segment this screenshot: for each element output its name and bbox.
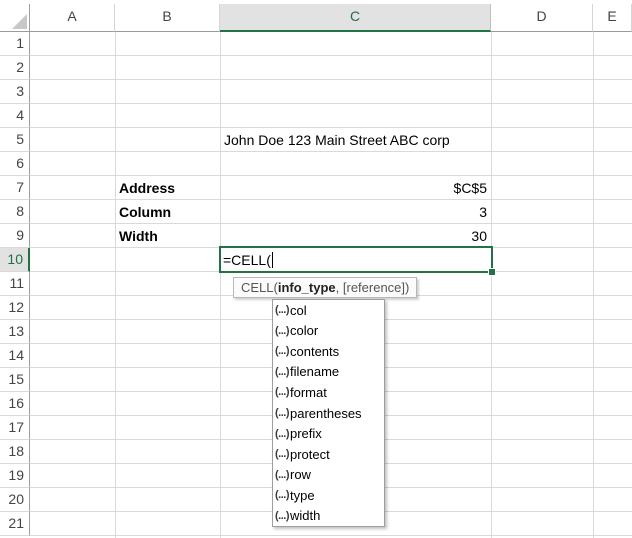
cell-C5[interactable]: John Doe 123 Main Street ABC corp (224, 128, 450, 152)
row-header-20[interactable]: 20 (0, 488, 30, 512)
tooltip-suffix: , [reference]) (336, 280, 410, 295)
autocomplete-item-prefix[interactable]: (...)prefix (273, 423, 384, 444)
enum-icon: (...) (275, 304, 289, 316)
enum-icon: (...) (275, 386, 289, 398)
autocomplete-item-label: protect (290, 447, 330, 462)
row-header-14[interactable]: 14 (0, 344, 30, 368)
autocomplete-item-row[interactable]: (...)row (273, 464, 384, 485)
row-header-16[interactable]: 16 (0, 392, 30, 416)
enum-icon: (...) (275, 325, 289, 337)
cell-B7[interactable]: Address (119, 176, 175, 200)
row-header-3[interactable]: 3 (0, 80, 30, 104)
enum-icon: (...) (275, 469, 289, 481)
tooltip-current-arg: info_type (278, 280, 336, 295)
autocomplete-item-contents[interactable]: (...)contents (273, 341, 384, 362)
row-header-5[interactable]: 5 (0, 128, 30, 152)
row-header-21[interactable]: 21 (0, 512, 30, 536)
row-header-10[interactable]: 10 (0, 248, 30, 272)
text-cursor (272, 252, 273, 268)
autocomplete-item-label: color (290, 323, 318, 338)
gridline-vertical (491, 32, 492, 538)
select-all-corner[interactable] (0, 4, 30, 32)
enum-icon: (...) (275, 407, 289, 419)
gridline-vertical (115, 32, 116, 538)
enum-icon: (...) (275, 345, 289, 357)
autocomplete-item-filename[interactable]: (...)filename (273, 362, 384, 383)
cell-C7[interactable]: $C$5 (224, 176, 487, 200)
autocomplete-item-type[interactable]: (...)type (273, 485, 384, 506)
gridline-horizontal (30, 535, 632, 536)
cell-B8[interactable]: Column (119, 200, 171, 224)
gridline-horizontal (30, 55, 632, 56)
row-header-7[interactable]: 7 (0, 176, 30, 200)
autocomplete-dropdown: (...)col(...)color(...)contents(...)file… (272, 299, 385, 527)
gridline-horizontal (30, 79, 632, 80)
active-cell-editor[interactable]: =CELL( (219, 246, 493, 273)
column-header-e[interactable]: E (593, 4, 632, 32)
enum-icon: (...) (275, 448, 289, 460)
autocomplete-item-label: prefix (290, 426, 322, 441)
autocomplete-item-width[interactable]: (...)width (273, 505, 384, 526)
autocomplete-item-label: format (290, 385, 327, 400)
row-header-2[interactable]: 2 (0, 56, 30, 80)
row-header-12[interactable]: 12 (0, 296, 30, 320)
autocomplete-item-label: width (290, 508, 320, 523)
row-header-4[interactable]: 4 (0, 104, 30, 128)
gridline-vertical (593, 32, 594, 538)
autocomplete-item-protect[interactable]: (...)protect (273, 444, 384, 465)
row-header-19[interactable]: 19 (0, 464, 30, 488)
row-header-13[interactable]: 13 (0, 320, 30, 344)
autocomplete-item-label: row (290, 467, 311, 482)
formula-hint-tooltip: CELL(info_type, [reference]) (233, 277, 417, 298)
enum-icon: (...) (275, 489, 289, 501)
autocomplete-item-label: filename (290, 364, 339, 379)
autocomplete-item-color[interactable]: (...)color (273, 321, 384, 342)
column-header-b[interactable]: B (115, 4, 220, 32)
row-header-6[interactable]: 6 (0, 152, 30, 176)
gridline-vertical (220, 32, 221, 538)
row-header-18[interactable]: 18 (0, 440, 30, 464)
row-header-15[interactable]: 15 (0, 368, 30, 392)
row-header-1[interactable]: 1 (0, 32, 30, 56)
row-header-11[interactable]: 11 (0, 272, 30, 296)
select-all-triangle-icon (12, 14, 27, 29)
autocomplete-item-format[interactable]: (...)format (273, 382, 384, 403)
autocomplete-item-label: col (290, 303, 307, 318)
autocomplete-item-label: contents (290, 344, 339, 359)
cell-B9[interactable]: Width (119, 224, 158, 248)
column-header-a[interactable]: A (30, 4, 115, 32)
autocomplete-item-col[interactable]: (...)col (273, 300, 384, 321)
enum-icon: (...) (275, 510, 289, 522)
enum-icon: (...) (275, 366, 289, 378)
row-header-9[interactable]: 9 (0, 224, 30, 248)
row-header-8[interactable]: 8 (0, 200, 30, 224)
autocomplete-item-parentheses[interactable]: (...)parentheses (273, 403, 384, 424)
cell-C8[interactable]: 3 (224, 200, 487, 224)
autocomplete-item-label: parentheses (290, 406, 362, 421)
autocomplete-item-label: type (290, 488, 315, 503)
tooltip-prefix: CELL( (241, 280, 278, 295)
fill-handle[interactable] (488, 268, 496, 276)
cell-C9[interactable]: 30 (224, 224, 487, 248)
spreadsheet-grid: John Doe 123 Main Street ABC corp Addres… (0, 0, 632, 538)
formula-text: =CELL( (223, 252, 271, 268)
row-header-17[interactable]: 17 (0, 416, 30, 440)
column-header-c[interactable]: C (220, 4, 491, 32)
enum-icon: (...) (275, 428, 289, 440)
gridline-horizontal (30, 103, 632, 104)
column-header-d[interactable]: D (491, 4, 593, 32)
